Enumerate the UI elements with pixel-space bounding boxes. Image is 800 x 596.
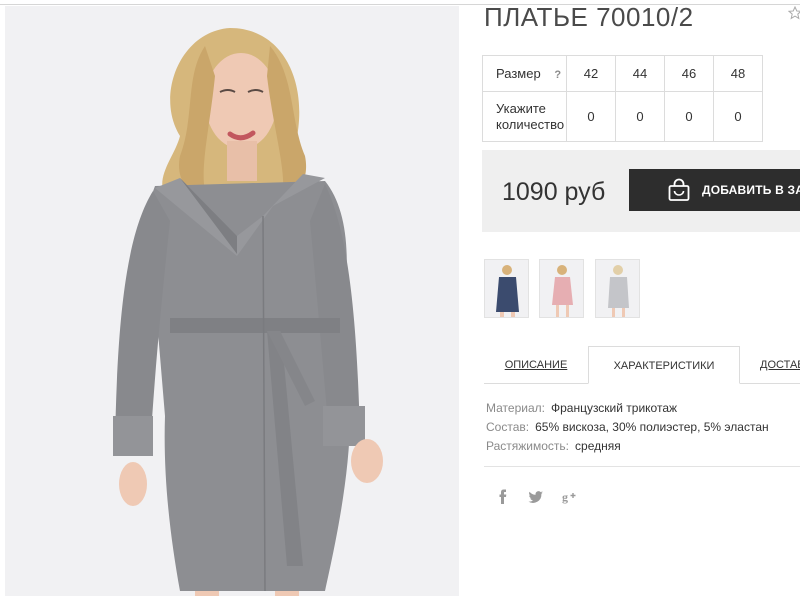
add-to-cart-button[interactable]: ДОБАВИТЬ В ЗАКАЗ — [629, 169, 800, 211]
quantity-input[interactable]: 0 — [664, 91, 714, 142]
size-row: Размер ? 42 44 46 48 — [482, 55, 763, 92]
spec-row: Состав: 65% вискоза, 30% полиэстер, 5% эл… — [486, 420, 769, 434]
thumbnail-grey[interactable] — [595, 259, 640, 318]
quantity-label-cell: Укажите количество — [482, 91, 567, 142]
facebook-icon[interactable] — [494, 488, 512, 506]
size-label: Размер — [496, 66, 541, 81]
size-cell: 48 — [713, 55, 763, 92]
google-plus-icon[interactable]: g — [561, 488, 579, 506]
product-title: ПЛАТЬЕ 70010/2 — [484, 2, 694, 32]
quantity-row: Укажите количество 0 0 0 0 — [482, 91, 763, 142]
size-cell: 42 — [566, 55, 616, 92]
size-cell: 44 — [615, 55, 665, 92]
quantity-input[interactable]: 0 — [615, 91, 665, 142]
product-main-image[interactable] — [5, 6, 459, 596]
product-photo-illustration — [5, 6, 459, 596]
size-quantity-table: Размер ? 42 44 46 48 Укажите количество … — [482, 55, 763, 142]
quantity-input[interactable]: 0 — [566, 91, 616, 142]
quantity-label: Укажите количество — [496, 100, 565, 132]
svg-text:g: g — [562, 490, 568, 504]
favorite-star-icon[interactable] — [788, 6, 800, 20]
thumbnail-illustration — [496, 265, 519, 317]
add-to-cart-label: ДОБАВИТЬ В ЗАКАЗ — [702, 183, 800, 197]
tab-characteristics[interactable]: ХАРАКТЕРИСТИКИ — [588, 346, 740, 384]
thumbnail-illustration — [608, 265, 629, 317]
tab-description[interactable]: ОПИСАНИЕ — [484, 346, 588, 384]
thumbnail-navy[interactable] — [484, 259, 529, 318]
spec-value: средняя — [575, 439, 621, 453]
twitter-icon[interactable] — [527, 488, 545, 506]
shopping-bag-icon — [668, 178, 690, 201]
spec-value: Французский трикотаж — [550, 401, 678, 415]
size-label-cell: Размер ? — [482, 55, 567, 92]
tab-delivery[interactable]: ДОСТАВКА — [760, 346, 800, 384]
spec-key: Материал: — [486, 401, 545, 415]
size-help-icon[interactable]: ? — [554, 69, 561, 81]
spec-row: Материал: Французский трикотаж — [486, 401, 677, 415]
thumbnail-pink[interactable] — [539, 259, 584, 318]
divider — [484, 466, 800, 467]
thumbnail-illustration — [552, 265, 573, 317]
spec-row: Растяжимость: средняя — [486, 439, 621, 453]
spec-key: Растяжимость: — [486, 439, 570, 453]
size-cell: 46 — [664, 55, 714, 92]
spec-value: 65% вискоза, 30% полиэстер, 5% эластан — [535, 420, 769, 434]
quantity-input[interactable]: 0 — [713, 91, 763, 142]
price-box: 1090 руб ДОБАВИТЬ В ЗАКАЗ — [482, 150, 800, 232]
spec-key: Состав: — [486, 420, 530, 434]
product-price: 1090 руб — [502, 178, 606, 206]
